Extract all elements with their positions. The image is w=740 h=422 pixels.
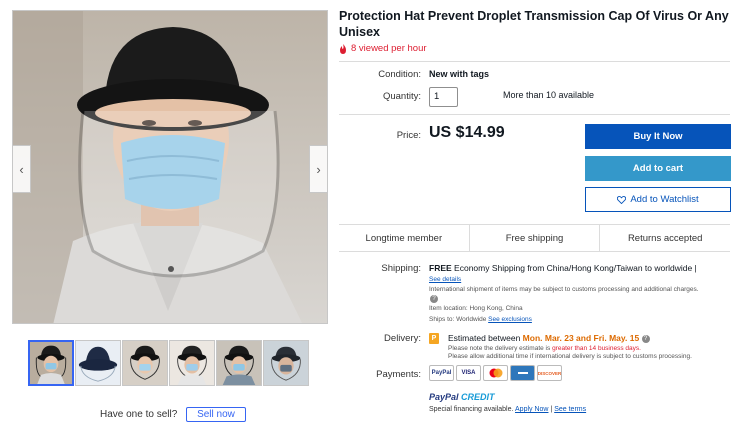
see-terms-link[interactable]: See terms: [554, 406, 586, 413]
thumbnail[interactable]: [122, 340, 168, 386]
heart-icon: [617, 195, 627, 204]
thumbnail-image: [170, 341, 214, 385]
chevron-right-icon[interactable]: ›: [309, 145, 327, 193]
thumbnail[interactable]: [75, 340, 121, 386]
paypal-logo: PayPal: [429, 365, 454, 381]
paypal-credit-part1: PayPal: [429, 392, 459, 402]
delivery-note-highlight: greater than 14 business days.: [552, 345, 641, 352]
availability-text: More than 10 available: [503, 90, 595, 100]
condition-label: Condition:: [378, 69, 421, 80]
financing-row: Special financing available. Apply Now |…: [429, 406, 587, 413]
thumbnail[interactable]: [216, 340, 262, 386]
ships-to-value: Worldwide: [456, 316, 487, 323]
paypal-logo-text: PayPal: [431, 370, 452, 376]
sell-prompt: Have one to sell? Sell now: [100, 407, 246, 422]
feature-free-shipping: Free shipping: [470, 225, 601, 251]
info-icon[interactable]: ?: [641, 334, 650, 343]
financing-text: Special financing available.: [429, 406, 514, 413]
amex-icon: [515, 369, 530, 377]
chevron-left-icon[interactable]: ‹: [13, 145, 31, 193]
delivery-prefix: Estimated between: [448, 333, 521, 343]
add-to-cart-button[interactable]: Add to cart: [585, 156, 731, 181]
see-details-link[interactable]: See details: [429, 276, 461, 283]
thumbnail[interactable]: [28, 340, 74, 386]
add-to-watchlist-label: Add to Watchlist: [630, 194, 699, 205]
shipping-details: See details: [429, 276, 461, 283]
delivery-note-2: Please allow additional time if internat…: [448, 353, 692, 360]
feature-strip: Longtime member Free shipping Returns ac…: [339, 224, 730, 252]
thumbnail-strip: [28, 340, 310, 386]
thumbnail-image: [123, 341, 167, 385]
delivery-note-prefix: Please note the delivery estimate is: [448, 345, 551, 352]
delivery-note-1: Please note the delivery estimate is gre…: [448, 345, 641, 352]
item-location: Item location: Hong Kong, China: [429, 305, 523, 312]
buy-it-now-button[interactable]: Buy It Now: [585, 124, 731, 149]
price-label: Price:: [396, 130, 421, 141]
ships-to-label: Ships to:: [429, 316, 455, 323]
price-value: US $14.99: [429, 124, 505, 141]
product-photo: [13, 11, 327, 323]
customs-note: International shipment of items may be s…: [429, 286, 699, 293]
delivery-dates: Mon. Mar. 23 and Fri. May. 15: [522, 333, 640, 343]
info-icon[interactable]: ?: [430, 295, 438, 303]
shipping-free: FREE: [429, 263, 452, 273]
mastercard-logo: [483, 365, 508, 381]
info-icon-row: ?: [430, 295, 438, 303]
paypal-credit-logo: PayPal CREDIT: [429, 392, 495, 402]
mastercard-icon: [489, 368, 502, 378]
divider: [339, 114, 730, 115]
fire-icon: [340, 43, 346, 54]
feature-returns-accepted: Returns accepted: [627, 232, 703, 244]
sell-prompt-text: Have one to sell?: [100, 409, 178, 420]
thumbnail-image: [30, 342, 72, 384]
amex-logo: [510, 365, 535, 381]
thumbnail[interactable]: [263, 340, 309, 386]
add-to-watchlist-button[interactable]: Add to Watchlist: [585, 187, 731, 212]
feature-longtime-member: Longtime member: [339, 225, 470, 251]
see-exclusions-link[interactable]: See exclusions: [488, 316, 532, 323]
thumbnail-image: [264, 341, 308, 385]
apply-now-link[interactable]: Apply Now: [515, 406, 548, 413]
payments-label: Payments:: [376, 369, 421, 380]
ships-to: Ships to: Worldwide See exclusions: [429, 316, 532, 323]
shipping-label: Shipping:: [381, 263, 421, 274]
thumbnail-image: [217, 341, 261, 385]
payment-logos: PayPal VISA DISCOVER: [429, 365, 562, 381]
delivery-estimate: Estimated between Mon. Mar. 23 and Fri. …: [448, 333, 650, 343]
listing-title: Protection Hat Prevent Droplet Transmiss…: [339, 9, 729, 39]
thumbnail-image: [76, 341, 120, 385]
delivery-icon: P: [429, 333, 439, 344]
shipping-method: Economy Shipping from China/Hong Kong/Ta…: [454, 263, 697, 273]
thumbnail[interactable]: [169, 340, 215, 386]
quantity-input[interactable]: 1: [429, 87, 458, 107]
delivery-label: Delivery:: [384, 333, 421, 344]
main-product-image[interactable]: ‹ ›: [12, 10, 328, 324]
visa-logo-text: VISA: [461, 370, 476, 376]
views-text: 8 viewed per hour: [351, 43, 427, 54]
quantity-label: Quantity:: [382, 91, 421, 102]
discover-logo: DISCOVER: [537, 365, 562, 381]
condition-value: New with tags: [429, 69, 490, 79]
paypal-credit-part2: CREDIT: [461, 392, 495, 402]
sell-now-button[interactable]: Sell now: [186, 407, 246, 422]
discover-logo-text: DISCOVER: [537, 370, 562, 376]
divider: [339, 61, 730, 62]
visa-logo: VISA: [456, 365, 481, 381]
shipping-summary: FREE Economy Shipping from China/Hong Ko…: [429, 263, 697, 273]
views-indicator: 8 viewed per hour: [339, 43, 427, 54]
